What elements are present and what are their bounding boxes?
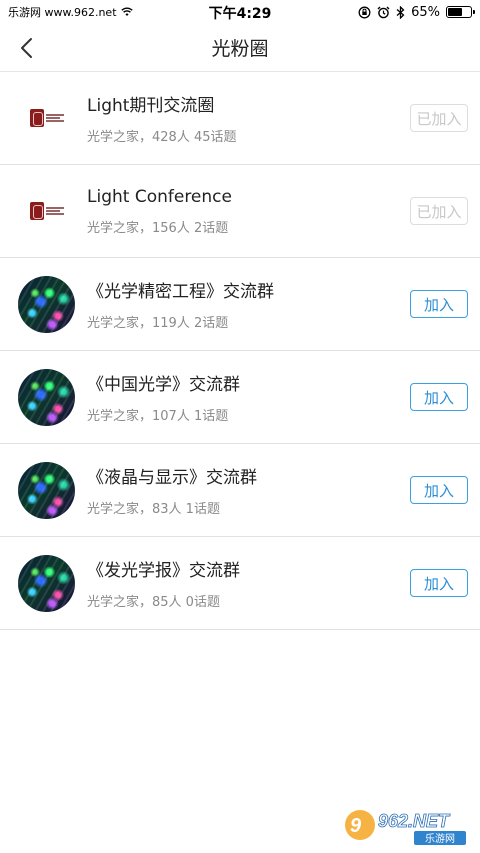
fiber-optic-avatar xyxy=(18,554,75,612)
fiber-optic-avatar xyxy=(18,461,75,519)
group-meta: 光学之家，107人 1话题 xyxy=(87,409,229,424)
battery-icon xyxy=(446,6,475,18)
list-item[interactable]: Light期刊交流圈 光学之家，428人 45话题 已加入 xyxy=(0,72,480,165)
fiber-optic-avatar xyxy=(18,368,75,426)
svg-text:乐游网: 乐游网 xyxy=(425,832,455,845)
svg-text:9: 9 xyxy=(350,815,362,837)
svg-text:962.NET: 962.NET xyxy=(378,811,451,831)
group-name: 《中国光学》交流群 xyxy=(87,375,240,395)
group-meta: 光学之家，83人 1话题 xyxy=(87,502,220,517)
list-item[interactable]: 《光学精密工程》交流群 光学之家，119人 2话题 加入 xyxy=(0,258,480,351)
nav-bar: 光粉圈 xyxy=(0,24,480,72)
join-button[interactable]: 加入 xyxy=(410,569,468,597)
group-name: Light期刊交流圈 xyxy=(87,96,215,116)
page-title: 光粉圈 xyxy=(211,38,269,60)
light-journal-logo xyxy=(18,183,75,240)
list-item[interactable]: Light Conference 光学之家，156人 2话题 已加入 xyxy=(0,165,480,258)
group-meta: 光学之家，85人 0话题 xyxy=(87,595,220,610)
joined-button[interactable]: 已加入 xyxy=(410,104,468,132)
light-journal-logo xyxy=(18,90,75,147)
group-name: 《发光学报》交流群 xyxy=(87,561,240,581)
list-item[interactable]: 《液晶与显示》交流群 光学之家，83人 1话题 加入 xyxy=(0,444,480,537)
group-name: 《光学精密工程》交流群 xyxy=(87,282,274,302)
group-meta: 光学之家，428人 45话题 xyxy=(87,130,237,145)
group-name: 《液晶与显示》交流群 xyxy=(87,468,257,488)
list-item[interactable]: 《中国光学》交流群 光学之家，107人 1话题 加入 xyxy=(0,351,480,444)
group-meta: 光学之家，119人 2话题 xyxy=(87,316,229,331)
list-item[interactable]: 《发光学报》交流群 光学之家，85人 0话题 加入 xyxy=(0,537,480,630)
back-button[interactable] xyxy=(10,32,42,64)
joined-button[interactable]: 已加入 xyxy=(410,197,468,225)
join-button[interactable]: 加入 xyxy=(410,290,468,318)
chevron-left-icon xyxy=(21,38,32,58)
join-button[interactable]: 加入 xyxy=(410,383,468,411)
status-bar: 乐游网 www.962.net 下午4:29 65% xyxy=(0,0,480,24)
fiber-optic-avatar xyxy=(18,275,75,333)
group-list: Light期刊交流圈 光学之家，428人 45话题 已加入 Light Conf… xyxy=(0,72,480,630)
status-time: 下午4:29 xyxy=(208,6,272,22)
group-name: Light Conference xyxy=(87,186,232,207)
group-meta: 光学之家，156人 2话题 xyxy=(87,220,229,236)
watermark-logo: 9 962.NET 乐游网 xyxy=(342,805,472,847)
join-button[interactable]: 加入 xyxy=(410,476,468,504)
